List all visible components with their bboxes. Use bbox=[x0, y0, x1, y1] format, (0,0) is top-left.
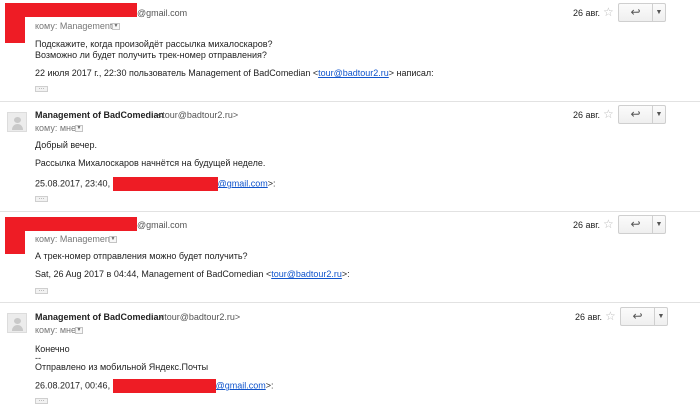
recipient-label: кому: мне bbox=[35, 123, 76, 133]
recipient-label: кому: Management bbox=[35, 234, 113, 244]
quote-header: 26.08.2017, 00:46, @gmail.com>: bbox=[35, 379, 274, 393]
reply-arrow-icon[interactable]: ↩ bbox=[621, 308, 654, 325]
sender-email[interactable]: <tour@badtour2.ru> bbox=[159, 312, 240, 322]
quote-suffix: >: bbox=[265, 380, 274, 391]
sender-email[interactable]: <tour@badtour2.ru> bbox=[157, 110, 238, 120]
ellipsis-icon[interactable]: … bbox=[35, 287, 48, 294]
ellipsis-icon[interactable]: … bbox=[35, 195, 48, 202]
body-line: Возможно ли будет получить трек-номер от… bbox=[35, 50, 267, 60]
email-link[interactable]: @gmail.com bbox=[218, 178, 268, 188]
quote-header: Sat, 26 Aug 2017 в 04:44, Management of … bbox=[35, 269, 350, 279]
message-date: 26 авг. bbox=[575, 312, 602, 322]
chevron-down-icon[interactable]: ▼ bbox=[653, 106, 665, 123]
sender-email[interactable]: @gmail.com bbox=[137, 220, 187, 230]
reply-button-group: ↩ ▼ bbox=[618, 3, 666, 22]
message-date: 26 авг. bbox=[573, 220, 600, 230]
message-4: Management of BadComedian <tour@badtour2… bbox=[0, 303, 700, 412]
reply-button-group: ↩ ▼ bbox=[618, 215, 666, 234]
body-line: Рассылка Михалоскаров начнётся на будуще… bbox=[35, 158, 266, 168]
quote-header: 22 июля 2017 г., 22:30 пользователь Mana… bbox=[35, 68, 434, 78]
quote-prefix: 26.08.2017, 00:46, bbox=[35, 380, 113, 391]
reply-arrow-icon[interactable]: ↩ bbox=[619, 4, 652, 21]
caret-down-icon[interactable]: ▼ bbox=[112, 23, 120, 30]
body-line: Подскажите, когда произойдёт рассылка ми… bbox=[35, 39, 273, 49]
star-outline-icon[interactable]: ☆ bbox=[603, 218, 614, 230]
body-line: Отправлено из мобильной Яндекс.Почты bbox=[35, 362, 209, 372]
caret-down-icon[interactable]: ▼ bbox=[109, 236, 117, 243]
recipient-label: кому: мне bbox=[35, 325, 76, 335]
message-date: 26 авг. bbox=[573, 110, 600, 120]
email-link[interactable]: tour@badtour2.ru bbox=[271, 269, 342, 279]
body-line: Добрый вечер. bbox=[35, 140, 97, 150]
ellipsis-icon[interactable]: … bbox=[35, 85, 48, 92]
avatar bbox=[7, 313, 27, 333]
avatar bbox=[7, 112, 27, 132]
message-date: 26 авг. bbox=[573, 8, 600, 18]
quote-prefix: 25.08.2017, 23:40, bbox=[35, 178, 113, 189]
message-1: @gmail.com кому: Management ▼ 26 авг. ☆ … bbox=[0, 0, 700, 100]
email-link[interactable]: tour@badtour2.ru bbox=[318, 68, 389, 78]
star-outline-icon[interactable]: ☆ bbox=[603, 6, 614, 18]
reply-arrow-icon[interactable]: ↩ bbox=[619, 106, 652, 123]
quote-prefix: Sat, 26 Aug 2017 в 04:44, Management of … bbox=[35, 269, 272, 279]
redacted-block bbox=[5, 14, 25, 43]
chevron-down-icon[interactable]: ▼ bbox=[653, 4, 665, 21]
reply-button-group: ↩ ▼ bbox=[620, 307, 668, 326]
quote-suffix: >: bbox=[341, 269, 350, 279]
redacted-block bbox=[5, 228, 25, 254]
ellipsis-icon[interactable]: … bbox=[35, 397, 48, 404]
message-2: Management of BadComedian <tour@badtour2… bbox=[0, 102, 700, 210]
sender-email[interactable]: @gmail.com bbox=[137, 8, 187, 18]
recipient-label: кому: Management bbox=[35, 21, 113, 31]
star-outline-icon[interactable]: ☆ bbox=[603, 108, 614, 120]
caret-down-icon[interactable]: ▼ bbox=[75, 125, 83, 132]
quote-header: 25.08.2017, 23:40, @gmail.com>: bbox=[35, 177, 276, 191]
message-3: @gmail.com кому: Management ▼ 26 авг. ☆ … bbox=[0, 212, 700, 302]
chevron-down-icon[interactable]: ▼ bbox=[655, 308, 667, 325]
sender-name[interactable]: Management of BadComedian bbox=[35, 312, 164, 322]
redacted-block bbox=[112, 177, 218, 191]
quote-suffix: > написал: bbox=[388, 68, 434, 78]
reply-button-group: ↩ ▼ bbox=[618, 105, 666, 124]
sender-name[interactable]: Management of BadComedian bbox=[35, 110, 164, 120]
caret-down-icon[interactable]: ▼ bbox=[75, 327, 83, 334]
star-outline-icon[interactable]: ☆ bbox=[605, 310, 616, 322]
quote-suffix: >: bbox=[267, 178, 276, 189]
body-line: А трек-номер отправления можно будет пол… bbox=[35, 251, 248, 261]
chevron-down-icon[interactable]: ▼ bbox=[653, 216, 665, 233]
reply-arrow-icon[interactable]: ↩ bbox=[619, 216, 652, 233]
quote-prefix: 22 июля 2017 г., 22:30 пользователь Mana… bbox=[35, 68, 319, 78]
redacted-block bbox=[112, 379, 216, 393]
email-link[interactable]: @gmail.com bbox=[216, 380, 266, 390]
